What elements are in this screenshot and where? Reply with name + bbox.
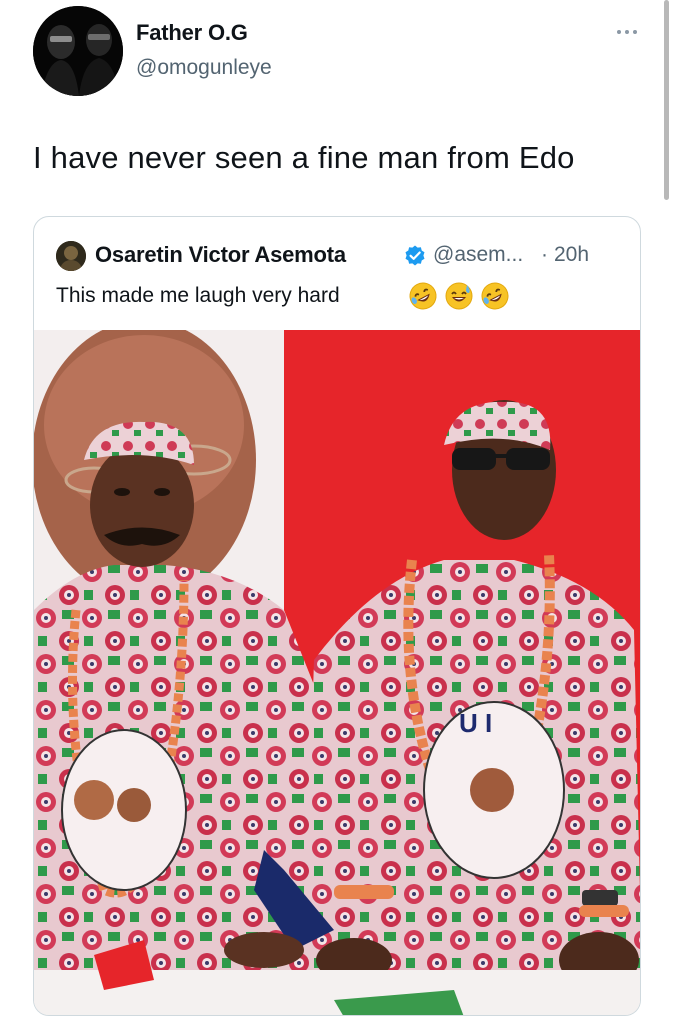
tweet-text: I have never seen a fine man from Edo <box>33 140 575 175</box>
rolling-on-floor-laughing-emoji <box>481 282 509 310</box>
quoted-media-photo[interactable]: U I <box>34 320 640 1015</box>
more-horizontal-icon[interactable] <box>610 22 644 42</box>
author-name[interactable]: Father O.G <box>136 20 248 46</box>
separator-dot: · <box>541 243 548 266</box>
quoted-text: This made me laugh very hard <box>56 284 340 307</box>
author-avatar[interactable] <box>33 6 123 96</box>
photo-illustration: U I <box>34 320 640 1015</box>
quoted-tweet[interactable]: Osaretin Victor Asemota @asem... · 20h T… <box>33 216 641 1016</box>
rolling-on-floor-laughing-emoji <box>409 282 437 310</box>
scrollbar[interactable] <box>664 0 669 200</box>
avatar-image <box>33 6 123 96</box>
author-handle[interactable]: @omogunleye <box>136 56 272 80</box>
quoted-timestamp[interactable]: 20h <box>554 243 589 267</box>
quoted-author-name[interactable]: Osaretin Victor Asemota <box>95 242 346 268</box>
quoted-author-avatar[interactable] <box>56 241 86 271</box>
quoted-avatar-image <box>56 241 86 271</box>
grinning-sweat-emoji <box>445 282 473 310</box>
quoted-author-handle[interactable]: @asem... <box>433 243 523 267</box>
tweet: Father O.G @omogunleye I have never seen… <box>0 0 674 1024</box>
verified-badge-icon <box>403 244 427 268</box>
badge-letters: U I <box>459 708 492 738</box>
